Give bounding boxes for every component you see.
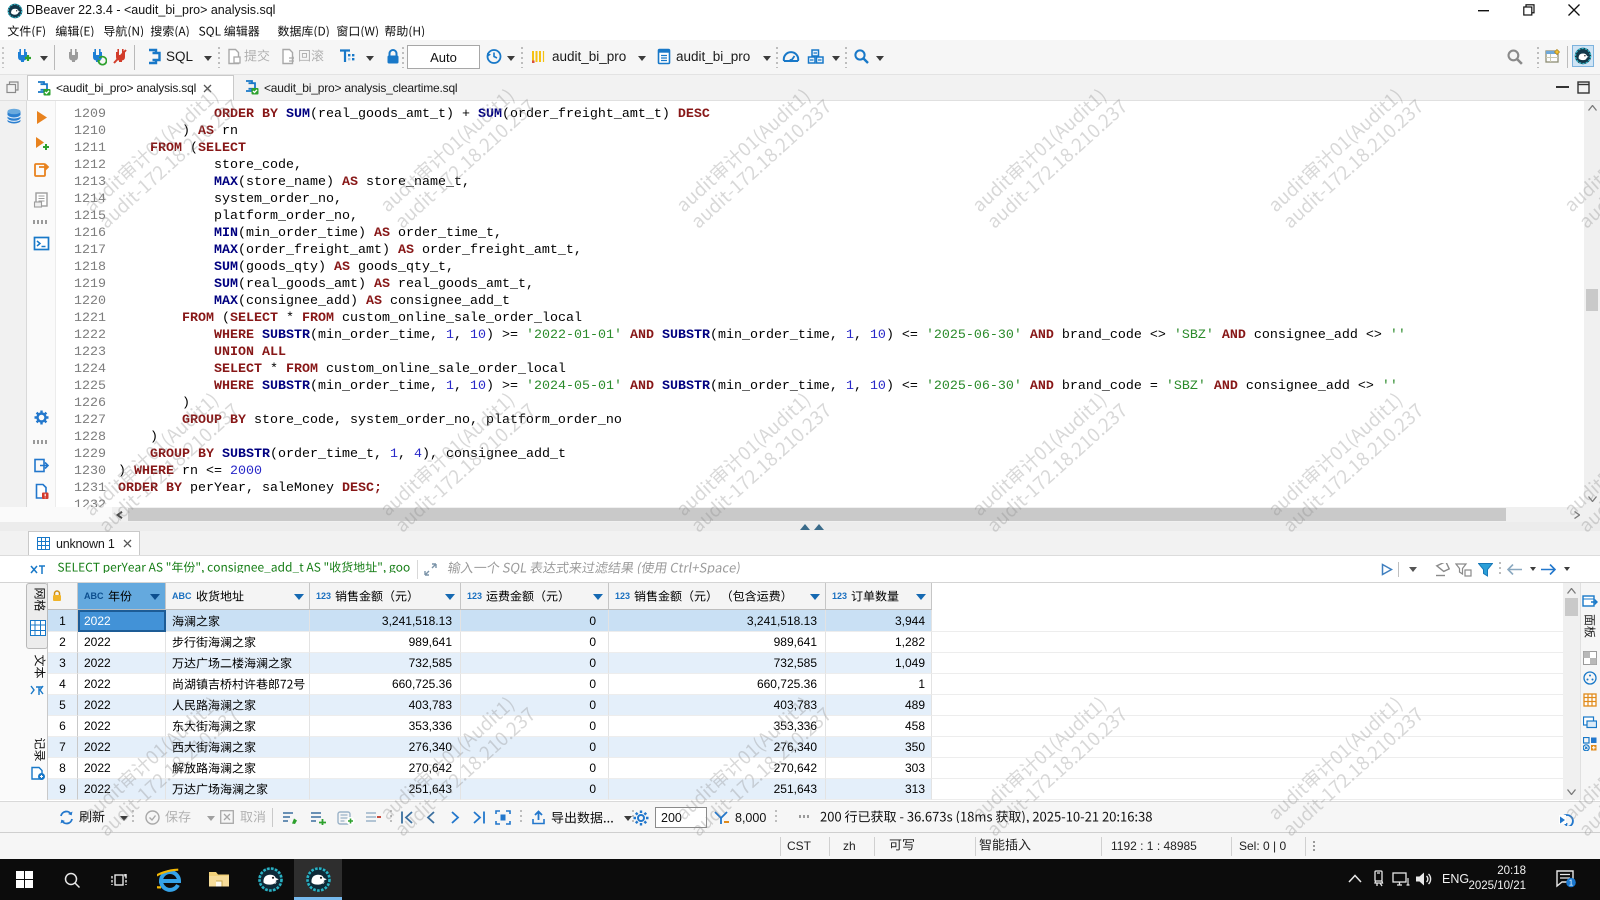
svg-text:1: 1	[1569, 879, 1574, 888]
